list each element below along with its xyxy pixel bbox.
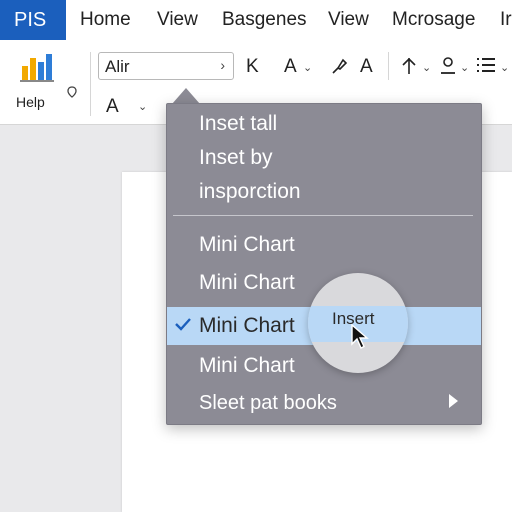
chevron-down-icon[interactable]: ⌄ [138,100,147,113]
menu-item-label: Mini Chart [199,314,295,337]
menu-basgenes[interactable]: Basgenes [222,0,307,40]
menu-item-insporction[interactable]: insporction [199,180,301,204]
menu-home[interactable]: Home [80,0,131,40]
chevron-right-icon: › [220,57,225,73]
chevron-down-icon[interactable]: ⌄ [500,61,509,74]
magnifier-bubble: Insert [308,273,408,373]
font-color-tool[interactable]: A [284,56,297,78]
menu-item-mini-chart-1[interactable]: Mini Chart [199,233,295,257]
check-icon [175,318,191,331]
chart-icon [20,54,54,82]
submenu-arrow-icon [449,394,458,408]
user-icon[interactable] [438,55,458,77]
menu-overflow[interactable]: Ir [500,0,512,40]
menu-item-inset-by[interactable]: Inset by [199,146,273,170]
mouse-cursor-icon [351,324,369,349]
help-group[interactable]: Help [10,48,80,118]
pin-icon [67,86,77,98]
menu-item-sleet-pat-books[interactable]: Sleet pat books [199,392,337,415]
brush-icon[interactable] [330,56,350,76]
menu-item-inset-tall[interactable]: Inset tall [199,112,277,136]
list-icon[interactable] [476,56,496,74]
font-style-tool[interactable]: A [106,96,119,118]
context-menu: Inset tall Inset by insporction Mini Cha… [166,103,482,425]
font-name-value: Alir [105,57,130,76]
menu-item-mini-chart-2[interactable]: Mini Chart [199,271,295,295]
sort-icon[interactable] [400,56,418,76]
help-label: Help [16,94,45,110]
menu-bar: PIS Home View Basgenes View Mcrosage Ir [0,0,512,40]
text-style-tool[interactable]: A [360,56,373,78]
chevron-down-icon[interactable]: ⌄ [460,61,469,74]
menu-item-mini-chart-4[interactable]: Mini Chart [199,354,295,378]
font-name-box[interactable]: Alir › [98,52,234,80]
menu-pointer [172,88,200,104]
menu-view[interactable]: View [157,0,198,40]
menu-separator [173,215,473,216]
ribbon-divider [90,52,91,116]
ribbon-divider-2 [388,52,389,80]
chevron-down-icon[interactable]: ⌄ [422,61,431,74]
font-size-tool[interactable]: K [246,56,259,78]
menu-view-2[interactable]: View [328,0,369,40]
menu-mcrosage[interactable]: Mcrosage [392,0,475,40]
chevron-down-icon[interactable]: ⌄ [303,61,312,74]
app-badge[interactable]: PIS [0,0,66,40]
